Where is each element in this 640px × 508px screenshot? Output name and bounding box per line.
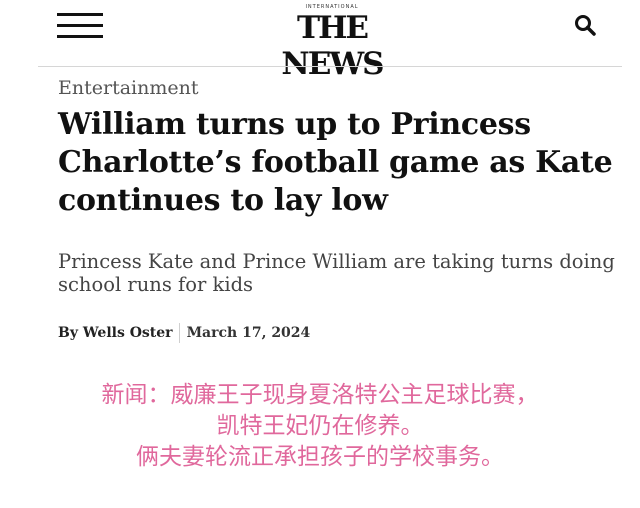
caption-line: 俩夫妻轮流正承担孩子的学校事务。 (136, 444, 504, 470)
search-button[interactable] (574, 14, 596, 36)
author-link[interactable]: By Wells Oster (58, 325, 173, 341)
translation-caption: 新闻：威廉王子现身夏洛特公主足球比赛， 凯特王妃仍在修养。 俩夫妻轮流正承担孩子… (30, 380, 610, 473)
header-divider (38, 66, 622, 67)
caption-line: 凯特王妃仍在修养。 (216, 413, 424, 439)
category-link[interactable]: Entertainment (58, 76, 198, 100)
search-icon (575, 15, 596, 36)
article-headline: William turns up to Princess Charlotte’s… (58, 107, 613, 218)
article-subheadline: Princess Kate and Prince William are tak… (58, 250, 615, 296)
site-logo[interactable]: INTERNATIONAL THE NEWS (262, 4, 402, 82)
menu-button[interactable] (57, 13, 103, 39)
site-header: INTERNATIONAL THE NEWS (0, 0, 640, 82)
hamburger-menu-icon (57, 13, 103, 16)
caption-line: 新闻：威廉王子现身夏洛特公主足球比赛， (101, 382, 539, 408)
logo-wordmark: THE NEWS (281, 10, 384, 82)
publish-date: March 17, 2024 (186, 325, 311, 341)
byline-separator (178, 323, 180, 343)
byline: By Wells Oster March 17, 2024 (58, 322, 310, 344)
